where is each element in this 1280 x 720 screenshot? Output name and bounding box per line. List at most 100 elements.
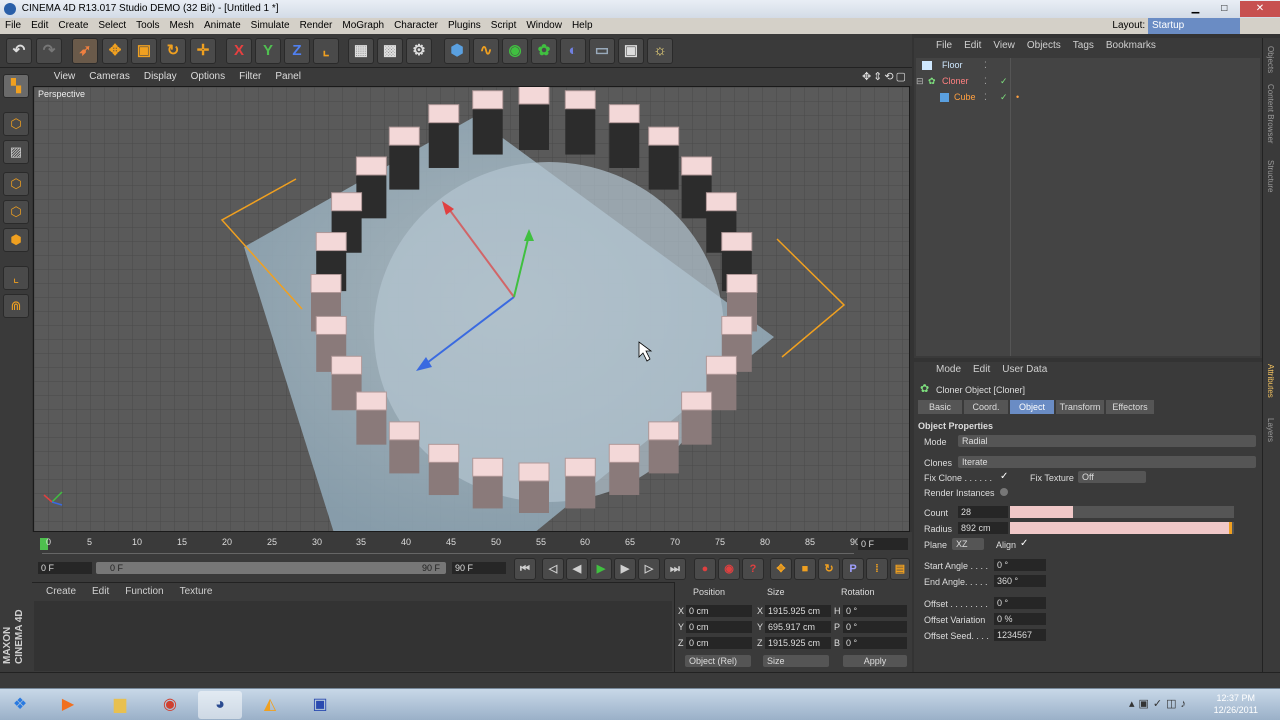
explorer-icon[interactable]: ▆ [98, 691, 142, 719]
points-mode-icon[interactable]: ⬡ [3, 172, 29, 196]
pos-x-field[interactable]: 0 cm [686, 605, 752, 617]
cinema4d-task-icon[interactable]: ◕ [198, 691, 242, 719]
clones-select[interactable]: Iterate [958, 456, 1256, 468]
cube-visibility-dots[interactable]: ⁚ [984, 90, 987, 105]
radius-field[interactable]: 892 cm [958, 522, 1008, 534]
coordinate-system-icon[interactable]: ⌞ [313, 38, 339, 64]
tree-row-cube[interactable]: Cube ⁚ ✓ • [916, 90, 1260, 105]
autokey-icon[interactable]: ◉ [718, 558, 740, 580]
fix-texture-select[interactable]: Off [1078, 471, 1146, 483]
range-slider[interactable]: 0 F 90 F [96, 562, 446, 574]
attr-menu-mode[interactable]: Mode [930, 362, 967, 378]
attr-menu-edit[interactable]: Edit [967, 362, 996, 378]
layout-select[interactable]: Startup [1148, 18, 1240, 34]
maximize-button[interactable]: □ [1211, 1, 1237, 17]
attr-menu-user-data[interactable]: User Data [996, 362, 1053, 378]
key-pla-icon[interactable]: ⁞ [866, 558, 888, 580]
close-button[interactable]: ✕ [1240, 1, 1280, 17]
strip-tab-layers[interactable]: Layers [1266, 418, 1275, 442]
timeline[interactable]: 0 5 10 15 20 25 30 35 40 45 50 55 60 65 … [32, 532, 912, 556]
floor-icon[interactable]: ▭ [589, 38, 615, 64]
tray-icons[interactable]: ▴▣✓◫♪ [1129, 697, 1190, 710]
key-param-icon[interactable]: P [842, 558, 864, 580]
strip-tab-attributes[interactable]: Attributes [1266, 364, 1275, 398]
deformer-icon[interactable]: ◐ [560, 38, 586, 64]
scale-icon[interactable]: ▣ [131, 38, 157, 64]
fix-clone-check-icon[interactable]: ✓ [1000, 471, 1008, 482]
floor-visibility-dots[interactable]: ⁚ [984, 58, 987, 73]
tree-row-cloner[interactable]: ⊟ ✿ Cloner ⁚ ✓ [916, 74, 1260, 89]
material-menu-edit[interactable]: Edit [84, 583, 117, 601]
size-mode-select[interactable]: Size [763, 655, 829, 667]
cube-tag-icon[interactable]: • [1016, 90, 1019, 105]
cube-object-icon[interactable]: ⬢ [444, 38, 470, 64]
timeline-settings-icon[interactable]: ▤ [890, 558, 910, 580]
start-button-icon[interactable]: ❖ [2, 691, 38, 719]
sketch-app-icon[interactable]: ◭ [248, 691, 292, 719]
viewport-menu-options[interactable]: Options [184, 68, 232, 86]
material-area[interactable] [34, 601, 672, 671]
start-angle-field[interactable]: 0 ° [994, 559, 1046, 571]
obj-menu-bookmarks[interactable]: Bookmarks [1100, 38, 1162, 54]
viewport-menu-view[interactable]: View [47, 68, 83, 86]
mode-select[interactable]: Radial [958, 435, 1256, 447]
key-scale-icon[interactable]: ■ [794, 558, 816, 580]
make-editable-icon[interactable]: ▚ [3, 74, 29, 98]
menu-plugins[interactable]: Plugins [443, 18, 486, 34]
tab-effectors[interactable]: Effectors [1106, 400, 1154, 414]
menu-mograph[interactable]: MoGraph [337, 18, 389, 34]
y-axis-icon[interactable]: Y [255, 38, 281, 64]
goto-start-icon[interactable]: ⏮ [514, 558, 536, 580]
menu-simulate[interactable]: Simulate [246, 18, 295, 34]
rot-p-field[interactable]: 0 ° [843, 621, 907, 633]
menu-help[interactable]: Help [567, 18, 598, 34]
menu-window[interactable]: Window [521, 18, 567, 34]
render-settings-icon[interactable]: ⚙ [406, 38, 432, 64]
camera-icon[interactable]: ▣ [618, 38, 644, 64]
offset-seed-field[interactable]: 1234567 [994, 629, 1046, 641]
strip-tab-content-browser[interactable]: Content Browser [1266, 84, 1275, 144]
obj-menu-edit[interactable]: Edit [958, 38, 987, 54]
strip-tab-structure[interactable]: Structure [1266, 160, 1275, 192]
end-angle-field[interactable]: 360 ° [994, 575, 1046, 587]
viewport-menu-cameras[interactable]: Cameras [82, 68, 137, 86]
x-axis-icon[interactable]: X [226, 38, 252, 64]
tab-transform[interactable]: Transform [1056, 400, 1104, 414]
next-key-icon[interactable]: ▷ [638, 558, 660, 580]
goto-end-icon[interactable]: ⏭ [664, 558, 686, 580]
render-instances-checkbox[interactable] [1000, 488, 1008, 496]
menu-render[interactable]: Render [295, 18, 338, 34]
size-x-field[interactable]: 1915.925 cm [765, 605, 831, 617]
media-player-icon[interactable]: ▶ [46, 691, 90, 719]
cube-enabled-check-icon[interactable]: ✓ [1000, 90, 1008, 105]
count-field[interactable]: 28 [958, 506, 1008, 518]
chrome-icon[interactable]: ◉ [148, 691, 192, 719]
menu-edit[interactable]: Edit [26, 18, 53, 34]
plane-select[interactable]: XZ [952, 538, 984, 550]
menu-character[interactable]: Character [389, 18, 443, 34]
record-icon[interactable]: ● [694, 558, 716, 580]
material-menu-function[interactable]: Function [117, 583, 171, 601]
viewport-menu-filter[interactable]: Filter [232, 68, 268, 86]
start-frame-field[interactable]: 0 F [38, 562, 92, 574]
material-menu-texture[interactable]: Texture [172, 583, 221, 601]
play-icon[interactable]: ▶ [590, 558, 612, 580]
tab-object[interactable]: Object [1010, 400, 1054, 414]
obj-menu-objects[interactable]: Objects [1021, 38, 1067, 54]
array-icon[interactable]: ✿ [531, 38, 557, 64]
tab-basic[interactable]: Basic [918, 400, 962, 414]
menu-file[interactable]: File [0, 18, 26, 34]
spline-icon[interactable]: ∿ [473, 38, 499, 64]
next-frame-icon[interactable]: ▶ [614, 558, 636, 580]
redo-icon[interactable]: ↷ [36, 38, 62, 64]
nurbs-icon[interactable]: ◉ [502, 38, 528, 64]
collapse-icon[interactable]: ⊟ [916, 74, 924, 89]
viewport-menu-display[interactable]: Display [137, 68, 184, 86]
obj-menu-file[interactable]: File [930, 38, 958, 54]
size-y-field[interactable]: 695.917 cm [765, 621, 831, 633]
capture-app-icon[interactable]: ▣ [298, 691, 342, 719]
light-icon[interactable]: ☼ [647, 38, 673, 64]
timeline-ruler[interactable]: 0 5 10 15 20 25 30 35 40 45 50 55 60 65 … [40, 534, 860, 554]
offset-field[interactable]: 0 ° [994, 597, 1046, 609]
model-mode-icon[interactable]: ⬡ [3, 112, 29, 136]
